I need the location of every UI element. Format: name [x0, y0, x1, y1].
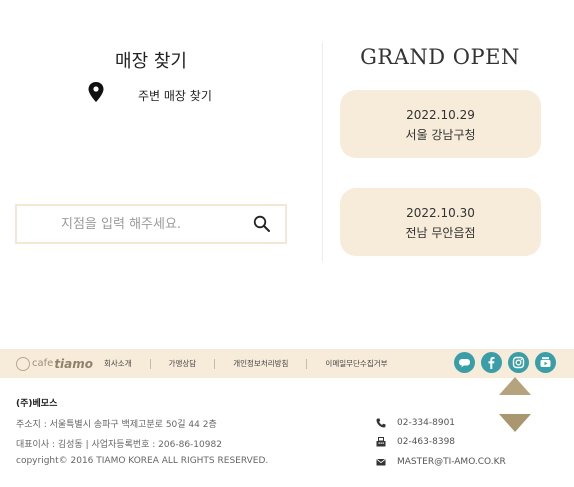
talk-icon [459, 359, 470, 368]
footer-nav: 회사소개 가맹상담 개인정보처리방침 이메일무단수집거부 [104, 349, 388, 378]
footer-link-privacy[interactable]: 개인정보처리방침 [233, 358, 288, 369]
talk-button[interactable] [454, 352, 475, 373]
youtube-icon [540, 357, 551, 367]
youtube-button[interactable] [535, 352, 556, 373]
event-place: 서울 강남구청 [405, 128, 476, 142]
contact-email: MASTER@TI-AMO.CO.KR [376, 455, 506, 469]
contact-fax: 02-463-8398 [376, 435, 455, 449]
event-date: 2022.10.30 [406, 206, 475, 220]
mail-icon [376, 458, 386, 466]
scroll-down-arrow-icon[interactable] [499, 414, 531, 432]
copyright-text: copyright© 2016 TIAMO KOREA ALL RIGHTS R… [16, 456, 269, 466]
footer-link-email-policy[interactable]: 이메일무단수집거부 [325, 358, 387, 369]
footer-link-about[interactable]: 회사소개 [104, 358, 132, 369]
event-card[interactable]: 2022.10.30 전남 무안읍점 [340, 188, 541, 256]
nearby-store-label: 주변 매장 찾기 [138, 89, 212, 103]
grand-open-title: GRAND OPEN [360, 45, 520, 69]
search-icon [253, 215, 270, 232]
instagram-icon [512, 356, 525, 369]
event-place: 전남 무안읍점 [405, 226, 476, 240]
fax-icon [376, 437, 386, 447]
contact-phone: 02-334-8901 [376, 416, 455, 430]
company-address: 주소지 : 서울특별시 송파구 백제고분로 50길 44 2층 [16, 420, 217, 430]
vertical-divider [322, 42, 323, 262]
facebook-button[interactable] [481, 352, 502, 373]
company-ceo-info: 대표이사 : 김성동 | 사업자등록번호 : 206-86-10982 [16, 440, 222, 450]
nav-separator [306, 358, 308, 369]
logo-brand-text: tiamo [54, 356, 94, 371]
footer-bar: cafe tiamo 회사소개 가맹상담 개인정보처리방침 이메일무단수집거부 [0, 349, 574, 378]
logo-mark-icon [16, 356, 30, 371]
email-address: MASTER@TI-AMO.CO.KR [397, 457, 506, 467]
company-name: (주)베모스 [16, 399, 58, 409]
logo-cafe-text: cafe [32, 358, 54, 369]
event-card[interactable]: 2022.10.29 서울 강남구청 [340, 90, 541, 158]
nearby-store-button[interactable]: 주변 매장 찾기 [88, 82, 212, 103]
fax-number: 02-463-8398 [397, 437, 456, 447]
search-button[interactable] [253, 215, 271, 233]
location-pin-icon [88, 82, 104, 102]
store-search-box [15, 204, 287, 244]
phone-icon [376, 418, 386, 428]
nav-separator [149, 358, 151, 369]
store-finder-title: 매장 찾기 [115, 51, 187, 72]
cafe-tiamo-logo[interactable]: cafe tiamo [16, 355, 116, 372]
store-search-input[interactable] [17, 206, 242, 242]
event-date: 2022.10.29 [406, 108, 475, 122]
instagram-button[interactable] [508, 352, 529, 373]
facebook-icon [488, 357, 495, 369]
nav-separator [214, 358, 216, 369]
phone-number: 02-334-8901 [397, 418, 456, 428]
footer-link-franchise[interactable]: 가맹상담 [169, 358, 197, 369]
scroll-up-arrow-icon[interactable] [499, 377, 531, 395]
